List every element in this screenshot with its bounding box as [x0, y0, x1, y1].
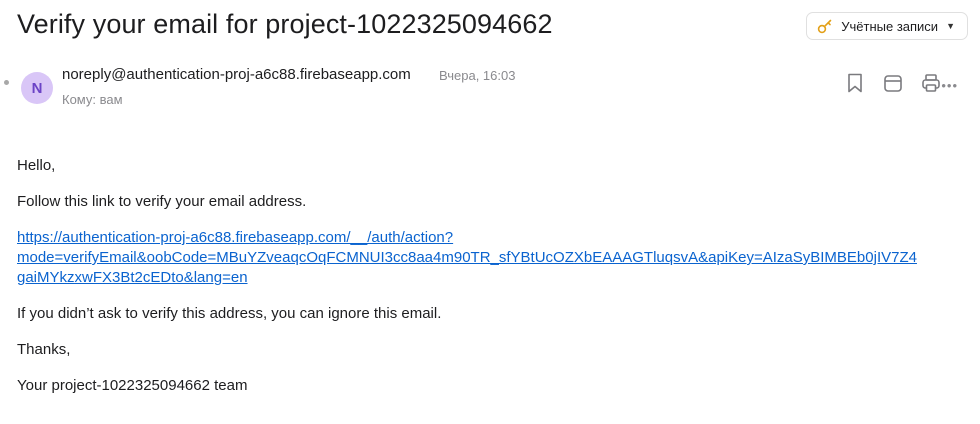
message-actions [844, 72, 942, 94]
printer-icon [922, 74, 940, 92]
sender-address[interactable]: noreply@authentication-proj-a6c88.fireba… [62, 66, 411, 83]
link-line-3: gaiMYkzxwFX3Bt2cEDto&lang=en [17, 269, 248, 286]
greeting: Hello, [17, 157, 56, 174]
signature: Your project-1022325094662 team [17, 377, 248, 394]
accounts-button-label: Учётные записи [841, 18, 939, 34]
avatar: N [21, 72, 53, 104]
key-icon [817, 18, 833, 34]
email-subject: Verify your email for project-1022325094… [17, 9, 553, 39]
unread-indicator [4, 80, 9, 85]
bookmark-icon [848, 73, 862, 93]
thanks-text: Thanks, [17, 341, 71, 358]
link-line-1: https://authentication-proj-a6c88.fireba… [17, 229, 454, 246]
print-button[interactable] [920, 72, 942, 94]
link-line-2: mode=verifyEmail&oobCode=MBuYZveaqcOqFCM… [17, 249, 917, 266]
verification-link[interactable]: https://authentication-proj-a6c88.fireba… [17, 228, 967, 288]
bookmark-button[interactable] [844, 72, 866, 94]
calendar-button[interactable] [882, 72, 904, 94]
instruction-text: Follow this link to verify your email ad… [17, 193, 307, 210]
more-options-button[interactable]: ••• [941, 78, 958, 93]
accounts-button[interactable]: Учётные записи ▼ [806, 12, 968, 40]
sent-time: Вчера, 16:03 [439, 68, 516, 83]
chevron-down-icon: ▼ [946, 21, 955, 31]
recipient-line: Кому: вам [62, 92, 123, 107]
calendar-icon [884, 75, 902, 92]
email-body: Hello, Follow this link to verify your e… [17, 156, 967, 412]
ignore-note: If you didn’t ask to verify this address… [17, 305, 442, 322]
